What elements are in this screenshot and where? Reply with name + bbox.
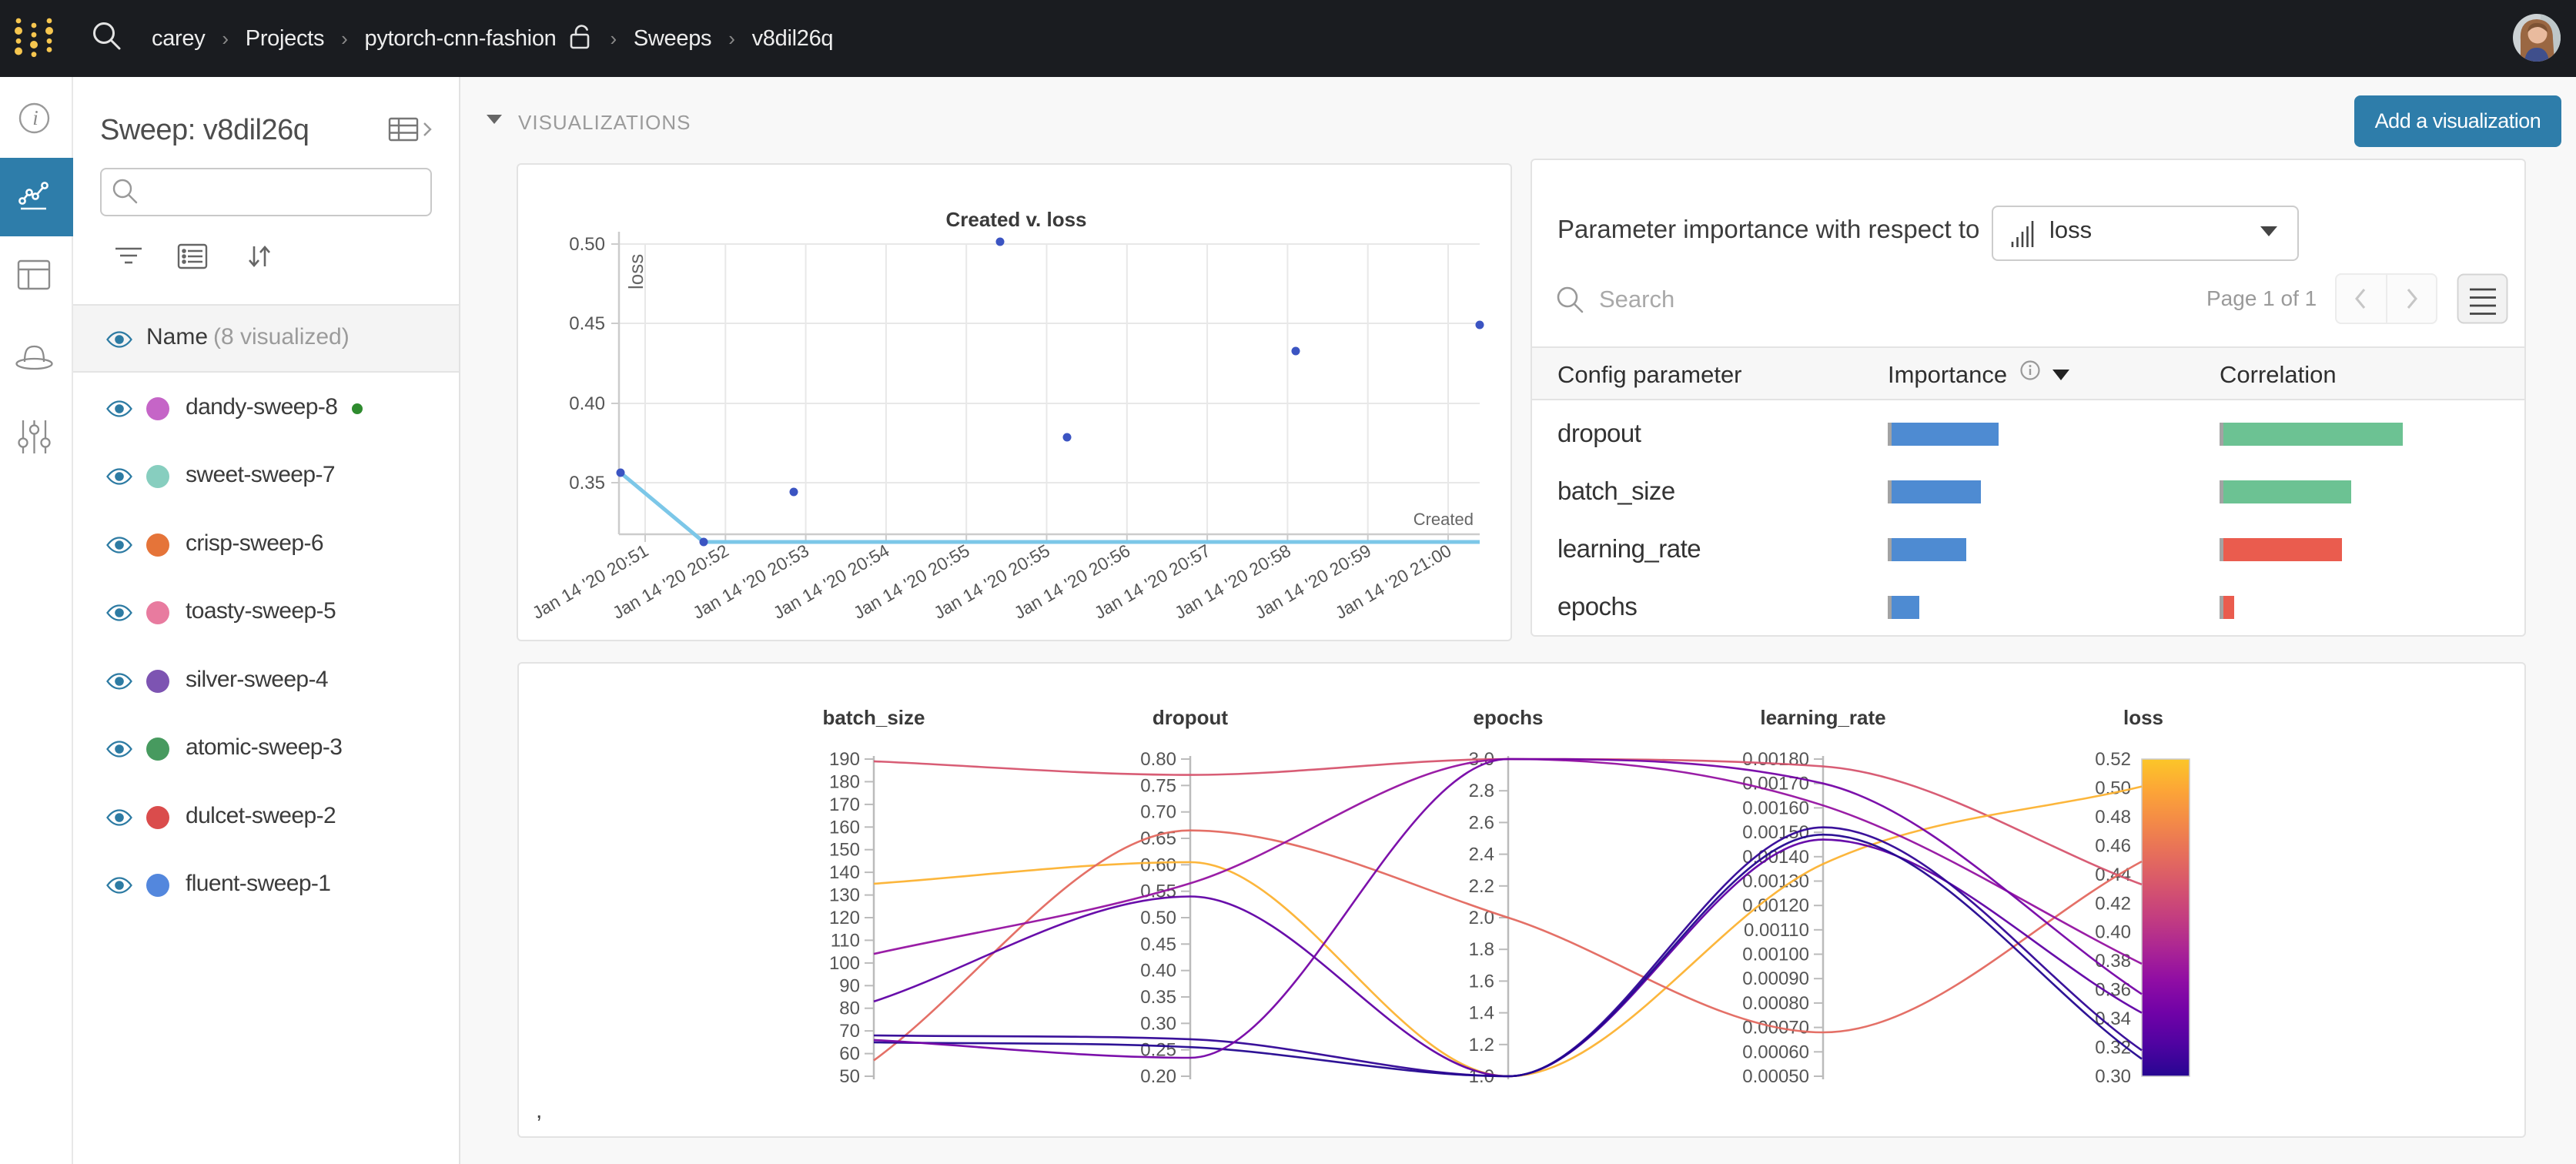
svg-text:0.00120: 0.00120 [1742, 895, 1809, 916]
svg-text:0.00160: 0.00160 [1742, 798, 1809, 818]
svg-text:loss: loss [2123, 706, 2163, 729]
svg-text:0.00180: 0.00180 [1742, 749, 1809, 770]
svg-text:110: 110 [831, 930, 860, 951]
svg-text:0.38: 0.38 [2095, 951, 2131, 972]
svg-text:epochs: epochs [1473, 706, 1543, 729]
svg-text:70: 70 [839, 1021, 860, 1042]
svg-text:0.00050: 0.00050 [1742, 1066, 1809, 1087]
svg-text:0.50: 0.50 [1140, 908, 1176, 928]
svg-text:0.80: 0.80 [1140, 749, 1176, 770]
svg-text:90: 90 [839, 975, 860, 996]
svg-text:50: 50 [839, 1066, 860, 1087]
svg-text:0.40: 0.40 [569, 393, 605, 414]
svg-text:0.48: 0.48 [2095, 807, 2131, 828]
svg-text:80: 80 [839, 998, 860, 1019]
svg-text:0.42: 0.42 [2095, 893, 2131, 914]
svg-text:0.30: 0.30 [1140, 1013, 1176, 1034]
svg-text:loss: loss [624, 254, 647, 289]
svg-text:140: 140 [829, 862, 860, 883]
svg-text:0.40: 0.40 [1140, 961, 1176, 982]
svg-text:0.00130: 0.00130 [1742, 871, 1809, 892]
svg-text:dropout: dropout [1153, 706, 1229, 729]
svg-text:150: 150 [829, 840, 860, 861]
svg-text:0.40: 0.40 [2095, 922, 2131, 943]
svg-text:Created: Created [1413, 510, 1474, 529]
svg-text:100: 100 [829, 953, 860, 974]
svg-text:0.50: 0.50 [569, 234, 605, 255]
svg-text:190: 190 [829, 749, 860, 770]
svg-text:130: 130 [829, 885, 860, 906]
svg-text:0.00080: 0.00080 [1742, 993, 1809, 1014]
svg-text:i: i [32, 106, 38, 129]
svg-text:0.35: 0.35 [569, 473, 605, 493]
svg-text:170: 170 [829, 794, 860, 815]
svg-text:0.70: 0.70 [1140, 802, 1176, 823]
svg-text:120: 120 [829, 908, 860, 928]
svg-text:0.00110: 0.00110 [1744, 920, 1809, 941]
svg-text:0.46: 0.46 [2095, 835, 2131, 856]
svg-text:2.2: 2.2 [1469, 876, 1494, 897]
svg-text:0.00100: 0.00100 [1742, 945, 1809, 965]
svg-text:2.4: 2.4 [1469, 845, 1494, 865]
svg-text:Created v. loss: Created v. loss [945, 208, 1086, 231]
svg-text:0.35: 0.35 [1140, 987, 1176, 1008]
svg-text:1.4: 1.4 [1469, 1003, 1494, 1024]
svg-text:180: 180 [829, 771, 860, 792]
svg-text:2.8: 2.8 [1469, 781, 1494, 801]
svg-text:0.00060: 0.00060 [1742, 1042, 1809, 1062]
svg-text:160: 160 [829, 817, 860, 838]
svg-text:0.75: 0.75 [1140, 775, 1176, 796]
svg-text:2.6: 2.6 [1469, 812, 1494, 833]
svg-text:batch_size: batch_size [823, 706, 925, 729]
svg-text:1.8: 1.8 [1469, 939, 1494, 960]
svg-text:60: 60 [839, 1044, 860, 1065]
svg-text:0.45: 0.45 [569, 313, 605, 334]
svg-text:0.00150: 0.00150 [1742, 822, 1809, 843]
svg-text:0.60: 0.60 [1140, 855, 1176, 875]
svg-text:1.6: 1.6 [1469, 971, 1494, 992]
svg-text:0.00090: 0.00090 [1742, 968, 1809, 989]
svg-text:,: , [536, 1098, 542, 1123]
svg-text:0.52: 0.52 [2095, 749, 2131, 770]
svg-text:1.2: 1.2 [1469, 1035, 1494, 1055]
svg-text:0.45: 0.45 [1140, 934, 1176, 955]
svg-text:learning_rate: learning_rate [1760, 706, 1885, 729]
svg-text:0.30: 0.30 [2095, 1066, 2131, 1087]
svg-text:0.20: 0.20 [1140, 1066, 1176, 1087]
